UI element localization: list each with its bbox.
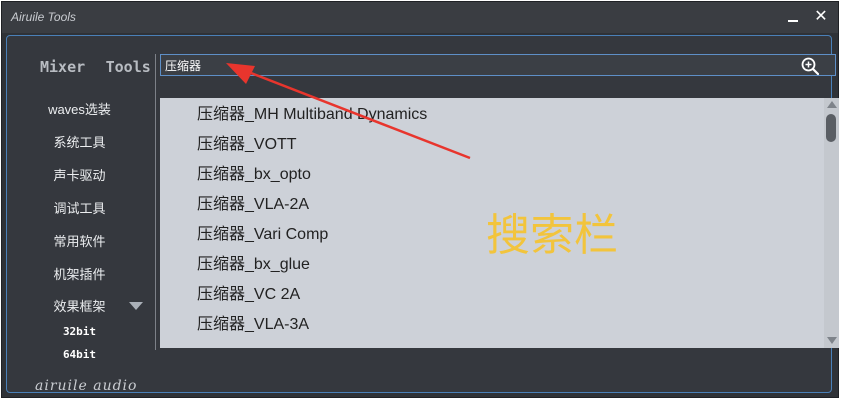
sidebar-item-sound-driver[interactable]: 声卡驱动 [7,165,152,184]
tab-bar: Mixer Tools [40,58,167,77]
minimize-button[interactable] [782,6,804,28]
list-item[interactable]: 压缩器_MH Multiband Dynamics [197,100,427,130]
list-item[interactable]: 压缩器_VLA-2A [197,190,309,220]
scroll-thumb[interactable] [826,114,836,142]
sidebar-subitem-64bit[interactable]: 64bit [7,348,152,361]
sidebar-item-system-tools[interactable]: 系统工具 [7,132,152,151]
search-zoom-icon[interactable] [801,57,819,75]
sidebar-item-debug-tools[interactable]: 调试工具 [7,198,152,217]
sidebar-item-waves[interactable]: waves选装 [7,99,152,118]
list-item[interactable]: 压缩器_VLA-3A [197,310,309,340]
scroll-down-icon[interactable] [827,337,837,344]
sidebar-item-rack-plugins[interactable]: 机架插件 [7,264,152,283]
sidebar-item-effects-frame[interactable]: 效果框架 [7,296,152,315]
minimize-icon [788,20,798,22]
search-input[interactable] [165,56,765,74]
chevron-down-icon [129,302,143,310]
list-item[interactable]: 压缩器_VC 2A [197,280,300,310]
window-title: Airuile Tools [11,10,76,24]
scroll-up-icon[interactable] [827,101,837,108]
sidebar-item-common-software[interactable]: 常用软件 [7,231,152,250]
list-item[interactable]: 压缩器_bx_glue [197,250,310,280]
list-item[interactable]: 压缩器_Vari Comp [197,220,328,250]
tab-mixer[interactable]: Mixer [40,58,85,76]
sidebar-item-label: 效果框架 [53,299,106,314]
list-item[interactable]: 压缩器_VOTT [197,130,297,160]
divider [155,54,156,350]
sidebar-subitem-32bit[interactable]: 32bit [7,325,152,338]
search-bar [160,54,836,76]
results-scrollbar[interactable] [824,98,839,348]
brand-logo: airuile audio [35,378,138,394]
title-bar[interactable]: Airuile Tools ✕ [2,2,838,33]
annotation-label: 搜索栏 [486,210,618,261]
tab-tools[interactable]: Tools [106,58,151,76]
list-item[interactable]: 压缩器_bx_opto [197,160,311,190]
app-window: Airuile Tools ✕ Mixer Tools waves选装 系统工具… [1,1,839,398]
close-button[interactable]: ✕ [810,6,832,28]
